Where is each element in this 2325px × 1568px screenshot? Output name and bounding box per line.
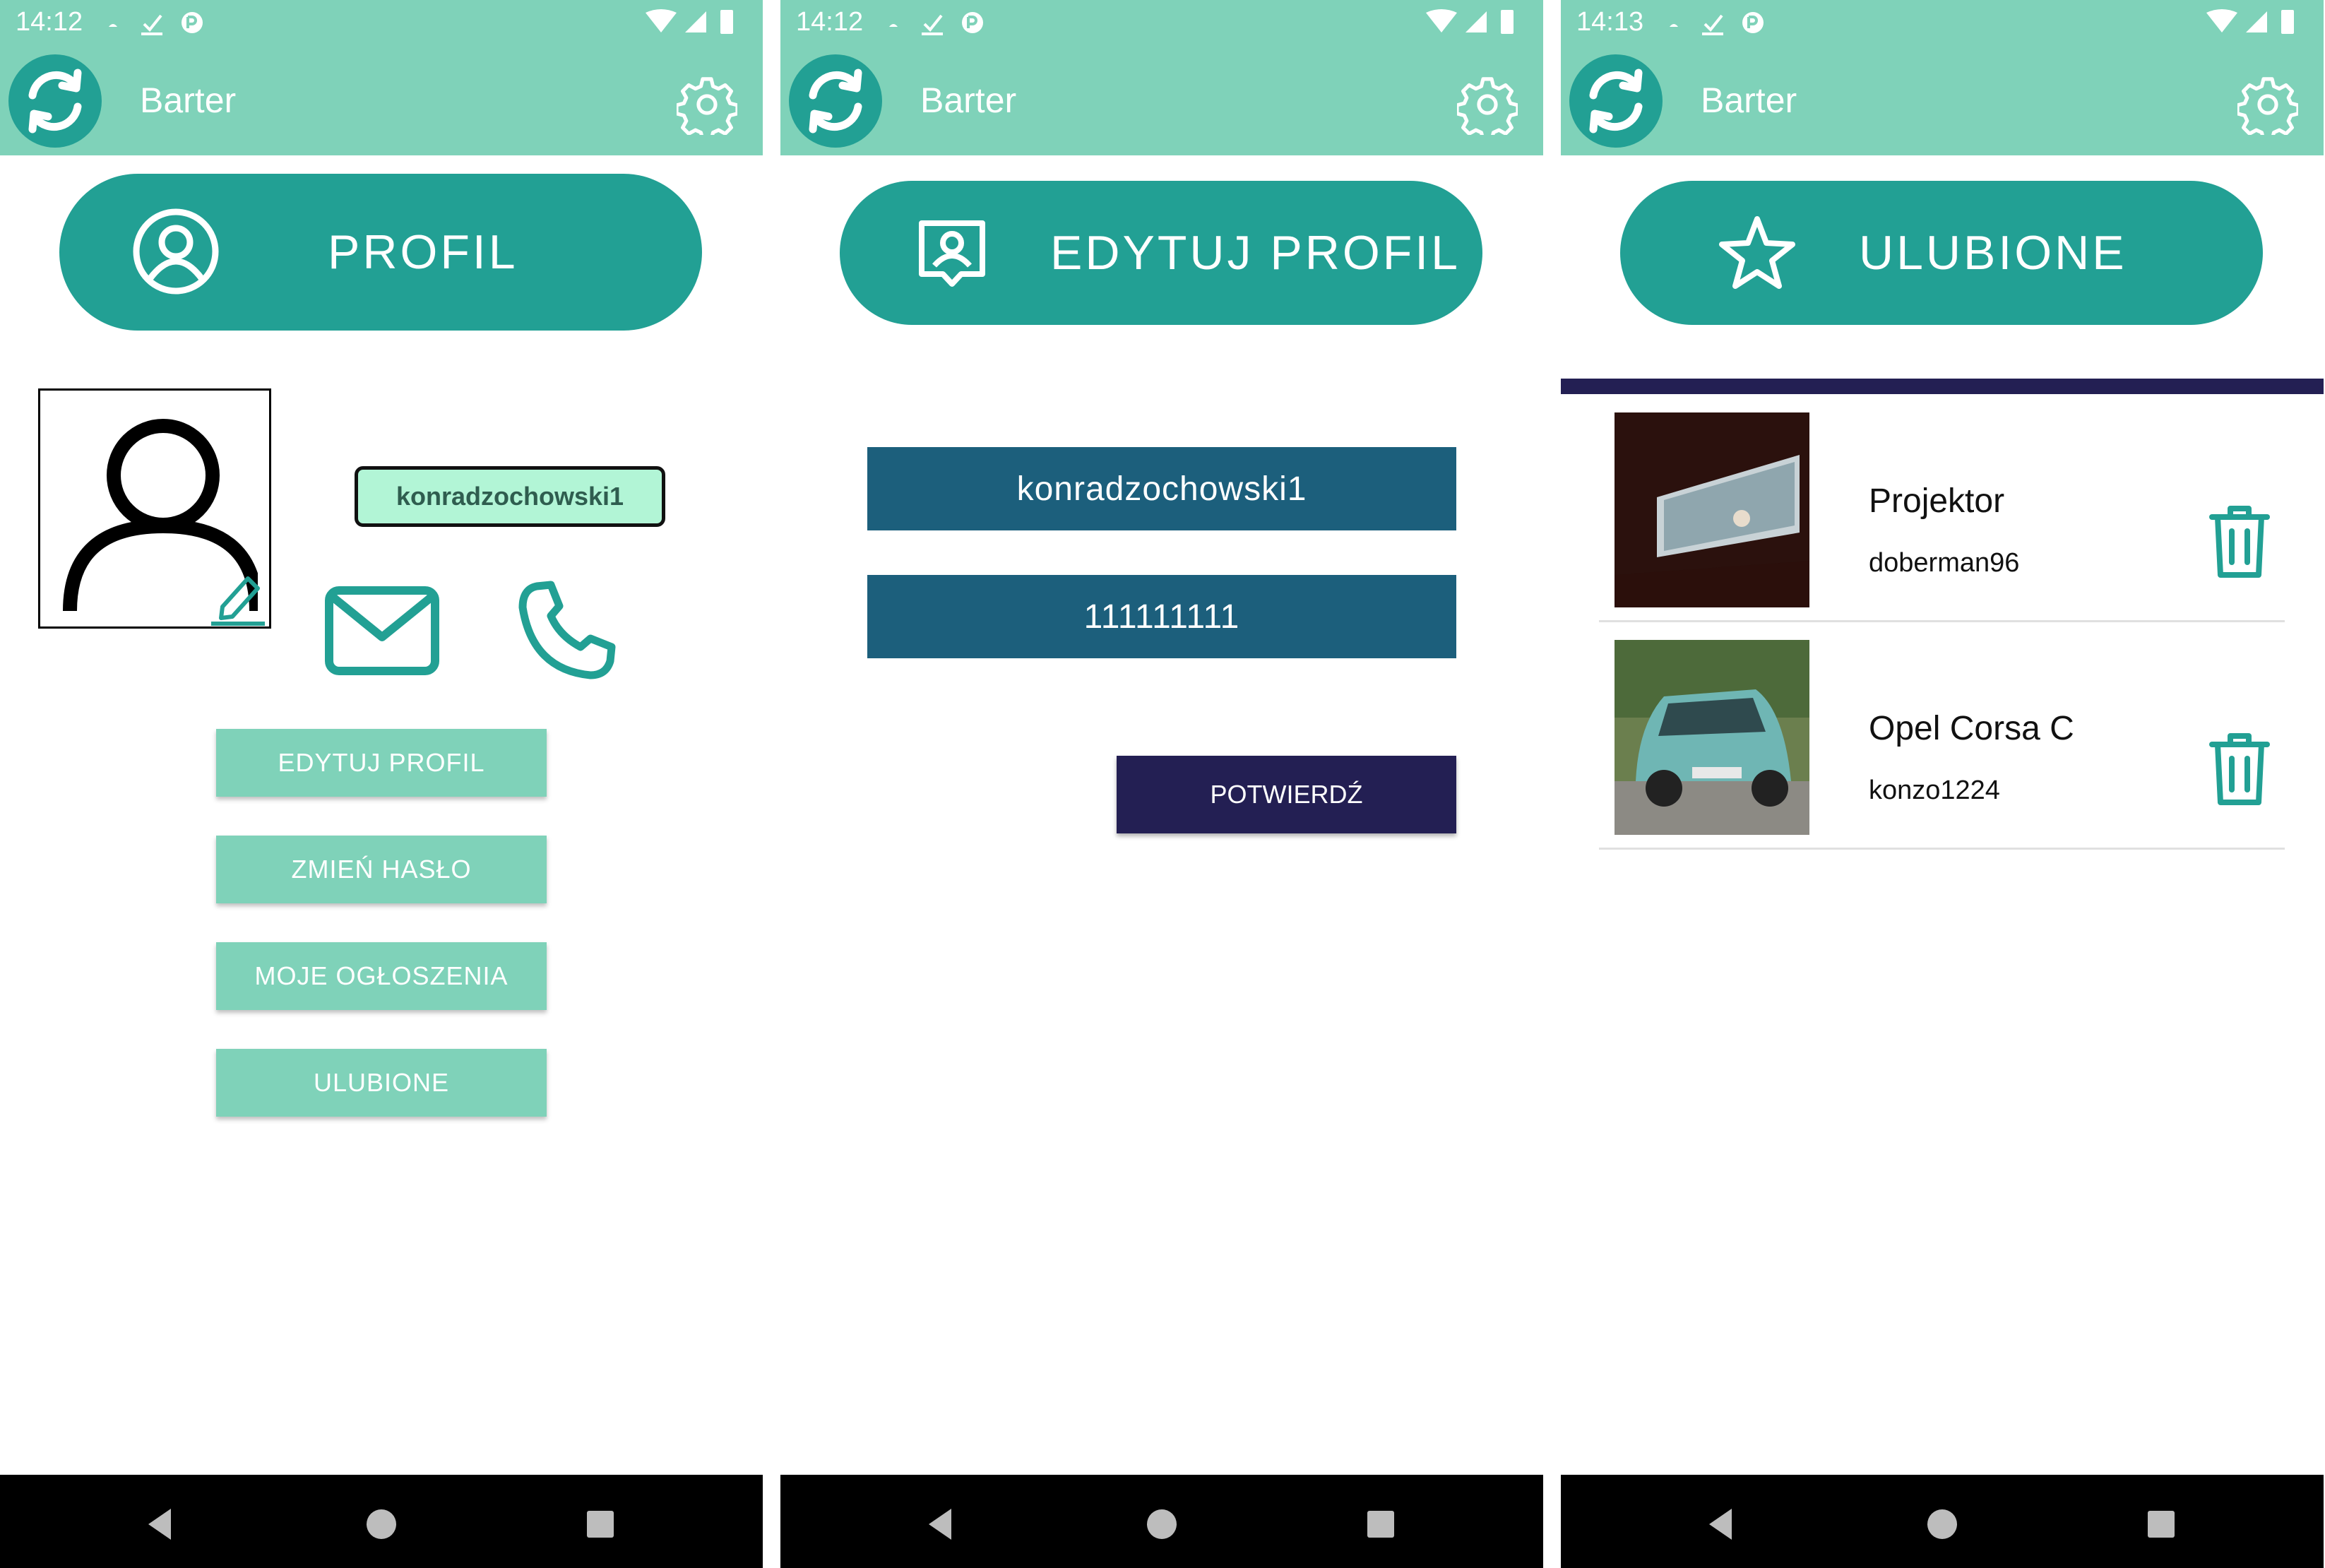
back-icon[interactable]: [1699, 1503, 1742, 1545]
back-icon[interactable]: [919, 1503, 961, 1545]
back-icon[interactable]: [138, 1503, 181, 1545]
home-icon[interactable]: [1921, 1503, 1963, 1545]
sync-icon[interactable]: [786, 52, 885, 150]
trash-icon[interactable]: [2208, 730, 2271, 808]
app-title: Barter: [920, 81, 1017, 120]
app-bar: Barter: [1561, 44, 2324, 155]
status-bar: 14:12: [780, 0, 1543, 44]
contact-card-icon: [919, 220, 985, 287]
edit-profile-header-banner: EDYTUJ PROFIL: [840, 181, 1482, 325]
system-nav-bar: [780, 1475, 1543, 1568]
hero-title: PROFIL: [328, 225, 518, 279]
favorites-header-banner: ULUBIONE: [1620, 181, 2263, 325]
status-time: 14:12: [16, 7, 83, 37]
username-field[interactable]: konradzochowski1: [867, 447, 1456, 530]
list-item[interactable]: Opel Corsa C konzo1224: [1599, 624, 2285, 850]
screen-edit-profile: 14:12 Barter EDYTUJ PROFIL konradzochows…: [780, 0, 1543, 1568]
gear-icon[interactable]: [677, 74, 737, 135]
confirm-button[interactable]: POTWIERDŹ: [1117, 756, 1456, 833]
system-nav-bar: [1561, 1475, 2324, 1568]
pencil-icon[interactable]: [208, 567, 268, 626]
app-bar: Barter: [780, 44, 1543, 155]
edit-profile-button[interactable]: EDYTUJ PROFIL: [216, 729, 547, 797]
trash-icon[interactable]: [2208, 503, 2271, 581]
recents-icon[interactable]: [2140, 1503, 2182, 1545]
phone-field[interactable]: 111111111: [867, 575, 1456, 658]
notification-icons: [109, 12, 203, 35]
user-circle-icon: [133, 208, 219, 295]
gear-icon[interactable]: [1457, 74, 1518, 135]
username-chip: konradzochowski1: [355, 466, 665, 527]
status-time: 14:13: [1576, 7, 1644, 37]
mail-icon[interactable]: [323, 585, 441, 677]
status-bar: 14:13: [1561, 0, 2324, 44]
star-icon: [1719, 216, 1795, 289]
favorites-button[interactable]: ULUBIONE: [216, 1049, 547, 1117]
app-title: Barter: [140, 81, 237, 120]
recents-icon[interactable]: [579, 1503, 622, 1545]
projector-photo: [1615, 412, 1809, 607]
status-right-icons: [2206, 9, 2294, 34]
car-photo: [1615, 640, 1809, 835]
status-time: 14:12: [796, 7, 864, 37]
item-user: doberman96: [1869, 548, 2020, 578]
status-right-icons: [646, 9, 733, 34]
sync-icon[interactable]: [1566, 52, 1665, 150]
profile-header-banner: PROFIL: [59, 174, 702, 331]
notification-icons: [1670, 12, 1764, 35]
status-right-icons: [1426, 9, 1514, 34]
item-title: Opel Corsa C: [1869, 710, 2074, 747]
sync-icon[interactable]: [6, 52, 105, 150]
item-user: konzo1224: [1869, 776, 2000, 805]
avatar[interactable]: [38, 388, 271, 629]
screen-profile: 14:12 Barter PROFIL konradzochowski1 EDY…: [0, 0, 763, 1568]
change-password-button[interactable]: ZMIEŃ HASŁO: [216, 836, 547, 903]
status-bar: 14:12: [0, 0, 763, 44]
hero-title: ULUBIONE: [1859, 226, 2127, 280]
recents-icon[interactable]: [1360, 1503, 1402, 1545]
list-divider: [1561, 379, 2324, 394]
my-listings-button[interactable]: MOJE OGŁOSZENIA: [216, 942, 547, 1010]
app-bar: Barter: [0, 44, 763, 155]
screen-favorites: 14:13 Barter ULUBIONE Projektor doberman…: [1561, 0, 2324, 1568]
notification-icons: [889, 12, 983, 35]
home-icon[interactable]: [360, 1503, 403, 1545]
system-nav-bar: [0, 1475, 763, 1568]
item-title: Projektor: [1869, 482, 2005, 520]
home-icon[interactable]: [1141, 1503, 1183, 1545]
app-title: Barter: [1701, 81, 1797, 120]
gear-icon[interactable]: [2237, 74, 2298, 135]
phone-icon[interactable]: [516, 579, 619, 682]
hero-title: EDYTUJ PROFIL: [1050, 226, 1461, 280]
list-item[interactable]: Projektor doberman96: [1599, 397, 2285, 622]
